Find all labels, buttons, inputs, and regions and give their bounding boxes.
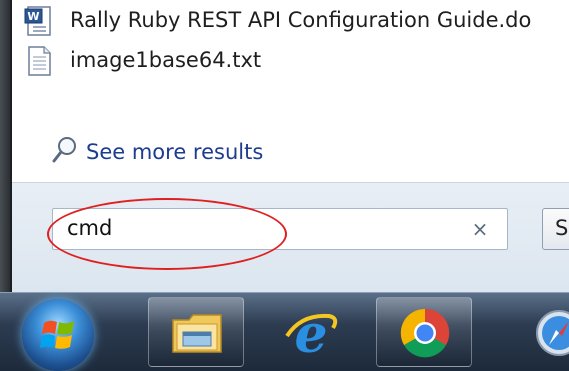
clear-search-button[interactable]: × — [469, 218, 491, 240]
search-band: cmd × S — [12, 182, 569, 292]
start-menu-frame — [0, 0, 10, 292]
windows-start-orb-icon[interactable] — [22, 299, 94, 371]
result-item-label: Rally Ruby REST API Configuration Guide.… — [70, 8, 532, 32]
taskbar-chrome-button[interactable] — [376, 297, 472, 367]
result-item-label: image1base64.txt — [70, 48, 262, 72]
result-item-word-doc[interactable]: W Rally Ruby REST API Configuration Guid… — [24, 4, 532, 36]
taskbar-internet-explorer-button[interactable]: e — [262, 297, 358, 367]
shutdown-button-label: S — [555, 216, 569, 240]
chrome-icon — [400, 308, 450, 358]
search-input-value: cmd — [67, 216, 113, 240]
internet-explorer-icon: e — [285, 306, 338, 360]
search-icon — [52, 136, 78, 169]
see-more-results-link[interactable]: See more results — [52, 136, 263, 168]
text-file-icon — [24, 46, 54, 81]
word-document-icon: W — [24, 6, 54, 41]
safari-icon — [536, 310, 569, 356]
start-search-input[interactable]: cmd × — [52, 208, 508, 250]
taskbar-safari-button[interactable] — [510, 297, 569, 367]
shutdown-button[interactable]: S — [542, 208, 569, 250]
taskbar-file-explorer-button[interactable] — [148, 297, 244, 367]
svg-text:W: W — [27, 10, 39, 23]
taskbar: e — [0, 292, 569, 371]
file-explorer-icon — [172, 314, 222, 353]
result-item-text-file[interactable]: image1base64.txt — [28, 44, 262, 76]
see-more-results-label: See more results — [86, 140, 264, 164]
search-results-panel: W Rally Ruby REST API Configuration Guid… — [12, 0, 569, 182]
